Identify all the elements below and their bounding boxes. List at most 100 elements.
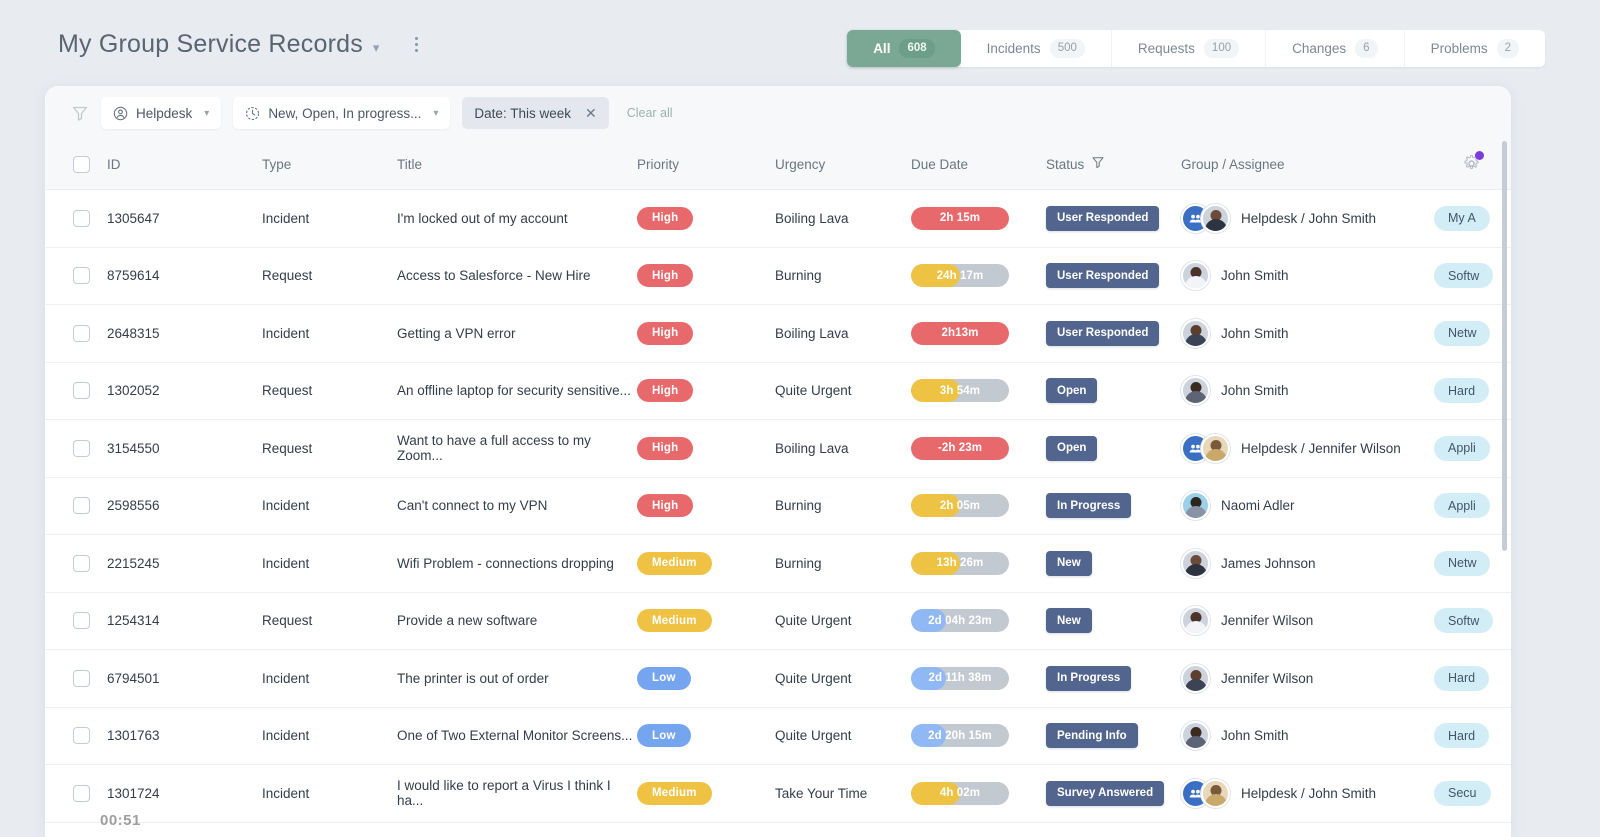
record-title[interactable]: Access to Salesforce - New Hire <box>397 268 591 283</box>
status-badge[interactable]: In Progress <box>1046 665 1132 691</box>
status-badge[interactable]: Pending Info <box>1046 723 1138 749</box>
record-id[interactable]: 8759614 <box>107 268 160 283</box>
record-id[interactable]: 2215245 <box>107 556 160 571</box>
status-badge[interactable]: Survey Answered <box>1046 780 1165 806</box>
record-title[interactable]: I'm locked out of my account <box>397 211 568 226</box>
cell-title: Provide a new software <box>397 613 637 628</box>
tab-all[interactable]: All 608 <box>847 30 961 67</box>
table-row[interactable]: 2215245 Incident Wifi Problem - connection… <box>45 535 1511 593</box>
due-date-label: -2h 23m <box>937 442 983 455</box>
group-filter-chip[interactable]: Helpdesk ▾ <box>101 97 222 129</box>
record-id[interactable]: 6794501 <box>107 671 160 686</box>
cell-status: Open <box>1046 435 1181 461</box>
select-all-checkbox[interactable] <box>73 156 90 173</box>
record-title[interactable]: Getting a VPN error <box>397 326 516 341</box>
row-checkbox[interactable] <box>73 554 90 572</box>
cell-type: Request <box>262 268 397 283</box>
table-row[interactable]: 2648315 Incident Getting a VPN error High Bo… <box>45 305 1511 363</box>
record-title[interactable]: One of Two External Monitor Screens... <box>397 728 632 743</box>
status-badge[interactable]: User Responded <box>1046 320 1160 346</box>
row-checkbox[interactable] <box>73 727 90 745</box>
record-title[interactable]: Provide a new software <box>397 613 537 628</box>
status-badge[interactable]: New <box>1046 550 1092 576</box>
row-checkbox[interactable] <box>73 324 90 342</box>
column-header-priority[interactable]: Priority <box>637 157 679 172</box>
row-checkbox[interactable] <box>73 612 90 630</box>
page-title-group[interactable]: My Group Service Records ▾ <box>58 30 425 59</box>
record-id[interactable]: 2648315 <box>107 326 160 341</box>
column-header-urgency[interactable]: Urgency <box>775 157 825 172</box>
due-date-label: 2d 11h 38m <box>928 672 992 685</box>
vertical-scrollbar-thumb[interactable] <box>1502 141 1507 551</box>
cell-type: Incident <box>262 498 397 513</box>
priority-badge: Low <box>637 666 691 690</box>
table-row[interactable]: 1301763 Incident One of Two External Monit… <box>45 707 1511 765</box>
due-date-progress: -2h 23m <box>911 436 1009 460</box>
column-header-title[interactable]: Title <box>397 157 422 172</box>
status-filter-funnel-icon[interactable] <box>1091 155 1105 174</box>
tab-problems[interactable]: Problems 2 <box>1404 30 1545 67</box>
clear-all-button[interactable]: Clear all <box>627 106 673 120</box>
record-title[interactable]: I would like to report a Virus I think I… <box>397 778 637 808</box>
column-header-status[interactable]: Status <box>1046 157 1084 172</box>
date-filter-chip[interactable]: Date: This week ✕ <box>462 97 609 129</box>
avatar-stack <box>1181 663 1210 693</box>
record-title[interactable]: Can't connect to my VPN <box>397 498 547 513</box>
table-row[interactable]: 8759614 Request Access to Salesforce - New… <box>45 247 1511 305</box>
priority-badge: Medium <box>637 551 712 575</box>
record-id[interactable]: 1305647 <box>107 211 160 226</box>
record-title[interactable]: Wifi Problem - connections dropping <box>397 556 614 571</box>
assignee-avatar <box>1181 721 1210 751</box>
row-checkbox[interactable] <box>73 209 90 227</box>
record-id[interactable]: 1301763 <box>107 728 160 743</box>
record-title[interactable]: An offline laptop for security sensitive… <box>397 383 631 398</box>
row-checkbox[interactable] <box>73 439 90 457</box>
tab-requests[interactable]: Requests 100 <box>1111 30 1267 67</box>
status-badge[interactable]: User Responded <box>1046 205 1160 231</box>
tab-count: 2 <box>1496 39 1519 58</box>
column-header-type[interactable]: Type <box>262 157 291 172</box>
vertical-scrollbar[interactable] <box>1502 141 1507 751</box>
chevron-down-icon[interactable]: ▾ <box>373 41 380 54</box>
clock-icon <box>246 106 260 120</box>
row-checkbox[interactable] <box>73 784 90 802</box>
record-id[interactable]: 1302052 <box>107 383 160 398</box>
table-row[interactable]: 1302052 Request An offline laptop for secu… <box>45 362 1511 420</box>
status-badge[interactable]: User Responded <box>1046 263 1160 289</box>
row-checkbox[interactable] <box>73 497 90 515</box>
table-row[interactable]: 1254314 Request Provide a new software Medi… <box>45 592 1511 650</box>
filter-funnel-icon[interactable] <box>71 104 89 122</box>
row-checkbox[interactable] <box>73 267 90 285</box>
record-title[interactable]: Want to have a full access to my Zoom... <box>397 433 637 463</box>
cell-id: 2598556 <box>107 498 262 513</box>
tab-incidents[interactable]: Incidents 500 <box>960 30 1112 67</box>
table-row[interactable]: 6794501 Incident The printer is out of ord… <box>45 650 1511 708</box>
row-checkbox[interactable] <box>73 382 90 400</box>
table-row[interactable]: 1305647 Incident I'm locked out of my acco… <box>45 190 1511 248</box>
row-checkbox[interactable] <box>73 669 90 687</box>
record-id[interactable]: 1254314 <box>107 613 160 628</box>
column-header-group-assignee[interactable]: Group / Assignee <box>1181 157 1285 172</box>
cell-category: Netw <box>1434 320 1511 346</box>
table-row[interactable]: 1301724 Incident I would like to report a … <box>45 765 1511 823</box>
record-id[interactable]: 1301724 <box>107 786 160 801</box>
record-id[interactable]: 3154550 <box>107 441 160 456</box>
priority-badge: High <box>637 379 694 403</box>
table-settings-button[interactable] <box>1462 151 1484 178</box>
close-icon[interactable]: ✕ <box>585 106 597 120</box>
status-badge[interactable]: Open <box>1046 378 1098 404</box>
status-badge[interactable]: New <box>1046 608 1092 634</box>
cell-due-date: 24h 17m <box>911 264 1046 288</box>
table-row[interactable]: 2598556 Incident Can't connect to my VPN Hi… <box>45 477 1511 535</box>
status-badge[interactable]: In Progress <box>1046 493 1132 519</box>
record-id[interactable]: 2598556 <box>107 498 160 513</box>
more-vertical-icon[interactable] <box>407 34 425 56</box>
column-header-id[interactable]: ID <box>107 157 121 172</box>
table-row[interactable]: 3154550 Request Want to have a full access… <box>45 420 1511 478</box>
tab-changes[interactable]: Changes 6 <box>1266 30 1405 67</box>
column-header-due-date[interactable]: Due Date <box>911 157 968 172</box>
cell-id: 2648315 <box>107 326 262 341</box>
record-title[interactable]: The printer is out of order <box>397 671 549 686</box>
status-badge[interactable]: Open <box>1046 435 1098 461</box>
status-filter-chip[interactable]: New, Open, In progress... ▾ <box>233 97 451 129</box>
